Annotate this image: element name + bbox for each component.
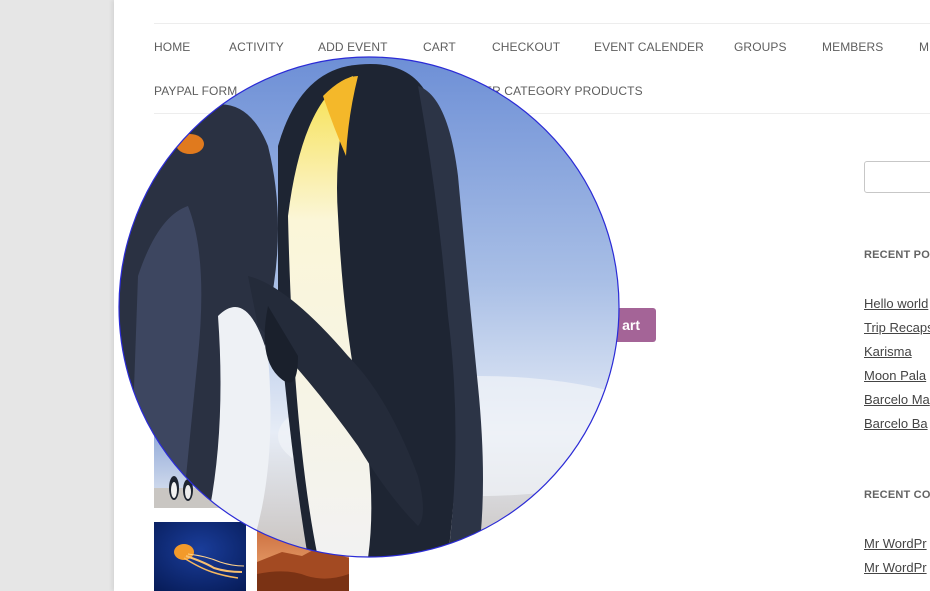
nav-item-checkout[interactable]: CHECKOUT bbox=[492, 40, 560, 54]
recent-comments-heading: RECENT COM bbox=[864, 489, 930, 501]
recent-post-link[interactable]: Hello world bbox=[864, 296, 928, 311]
nav-item-add-event[interactable]: ADD EVENT bbox=[318, 40, 388, 54]
nav-item-members[interactable]: MEMBERS bbox=[822, 40, 883, 54]
recent-post-link[interactable]: Moon Pala bbox=[864, 368, 926, 383]
penguins-zoomed-image bbox=[118, 56, 620, 558]
recent-comment-link[interactable]: Mr WordPr bbox=[864, 560, 927, 575]
nav-item-activity[interactable]: ACTIVITY bbox=[229, 40, 284, 54]
recent-post-link[interactable]: Barcelo Ba bbox=[864, 416, 928, 431]
nav-item-cart[interactable]: CART bbox=[423, 40, 456, 54]
recent-post-link[interactable]: Trip Recaps bbox=[864, 320, 930, 335]
recent-post-link[interactable]: Barcelo Ma bbox=[864, 392, 930, 407]
recent-post-link[interactable]: Karisma bbox=[864, 344, 912, 359]
product-zoom-lens[interactable] bbox=[118, 56, 620, 558]
search-input[interactable] bbox=[864, 161, 930, 193]
recent-posts-heading: RECENT POS bbox=[864, 249, 930, 261]
recent-comment-link[interactable]: Mr WordPr bbox=[864, 536, 927, 551]
nav-item-more[interactable]: M bbox=[919, 40, 929, 54]
nav-item-groups[interactable]: GROUPS bbox=[734, 40, 787, 54]
nav-item-event-calender[interactable]: EVENT CALENDER bbox=[594, 40, 704, 54]
header-divider bbox=[154, 23, 930, 24]
nav-item-home[interactable]: HOME bbox=[154, 40, 190, 54]
